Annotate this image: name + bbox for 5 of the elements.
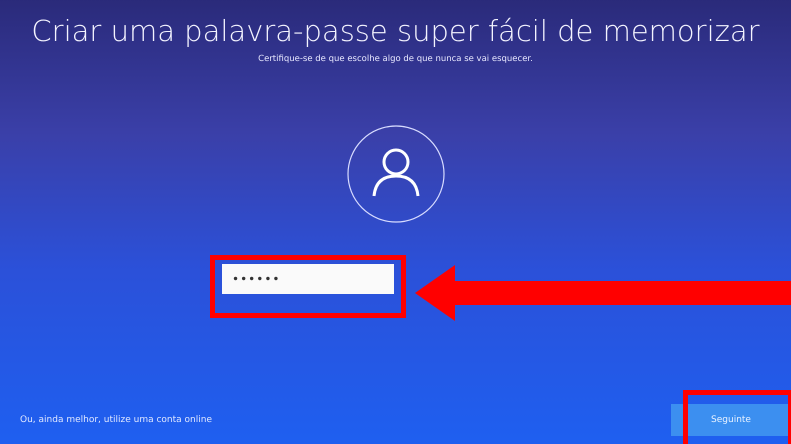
next-button[interactable]: Seguinte: [671, 404, 791, 436]
online-account-link[interactable]: Ou, ainda melhor, utilize uma conta online: [20, 415, 212, 425]
page-title: Criar uma palavra-passe super fácil de memorizar: [31, 14, 760, 48]
page-subtitle: Certifique-se de que escolhe algo de que nunca se vai esquecer.: [258, 54, 533, 64]
password-field[interactable]: ••••••: [222, 264, 394, 294]
